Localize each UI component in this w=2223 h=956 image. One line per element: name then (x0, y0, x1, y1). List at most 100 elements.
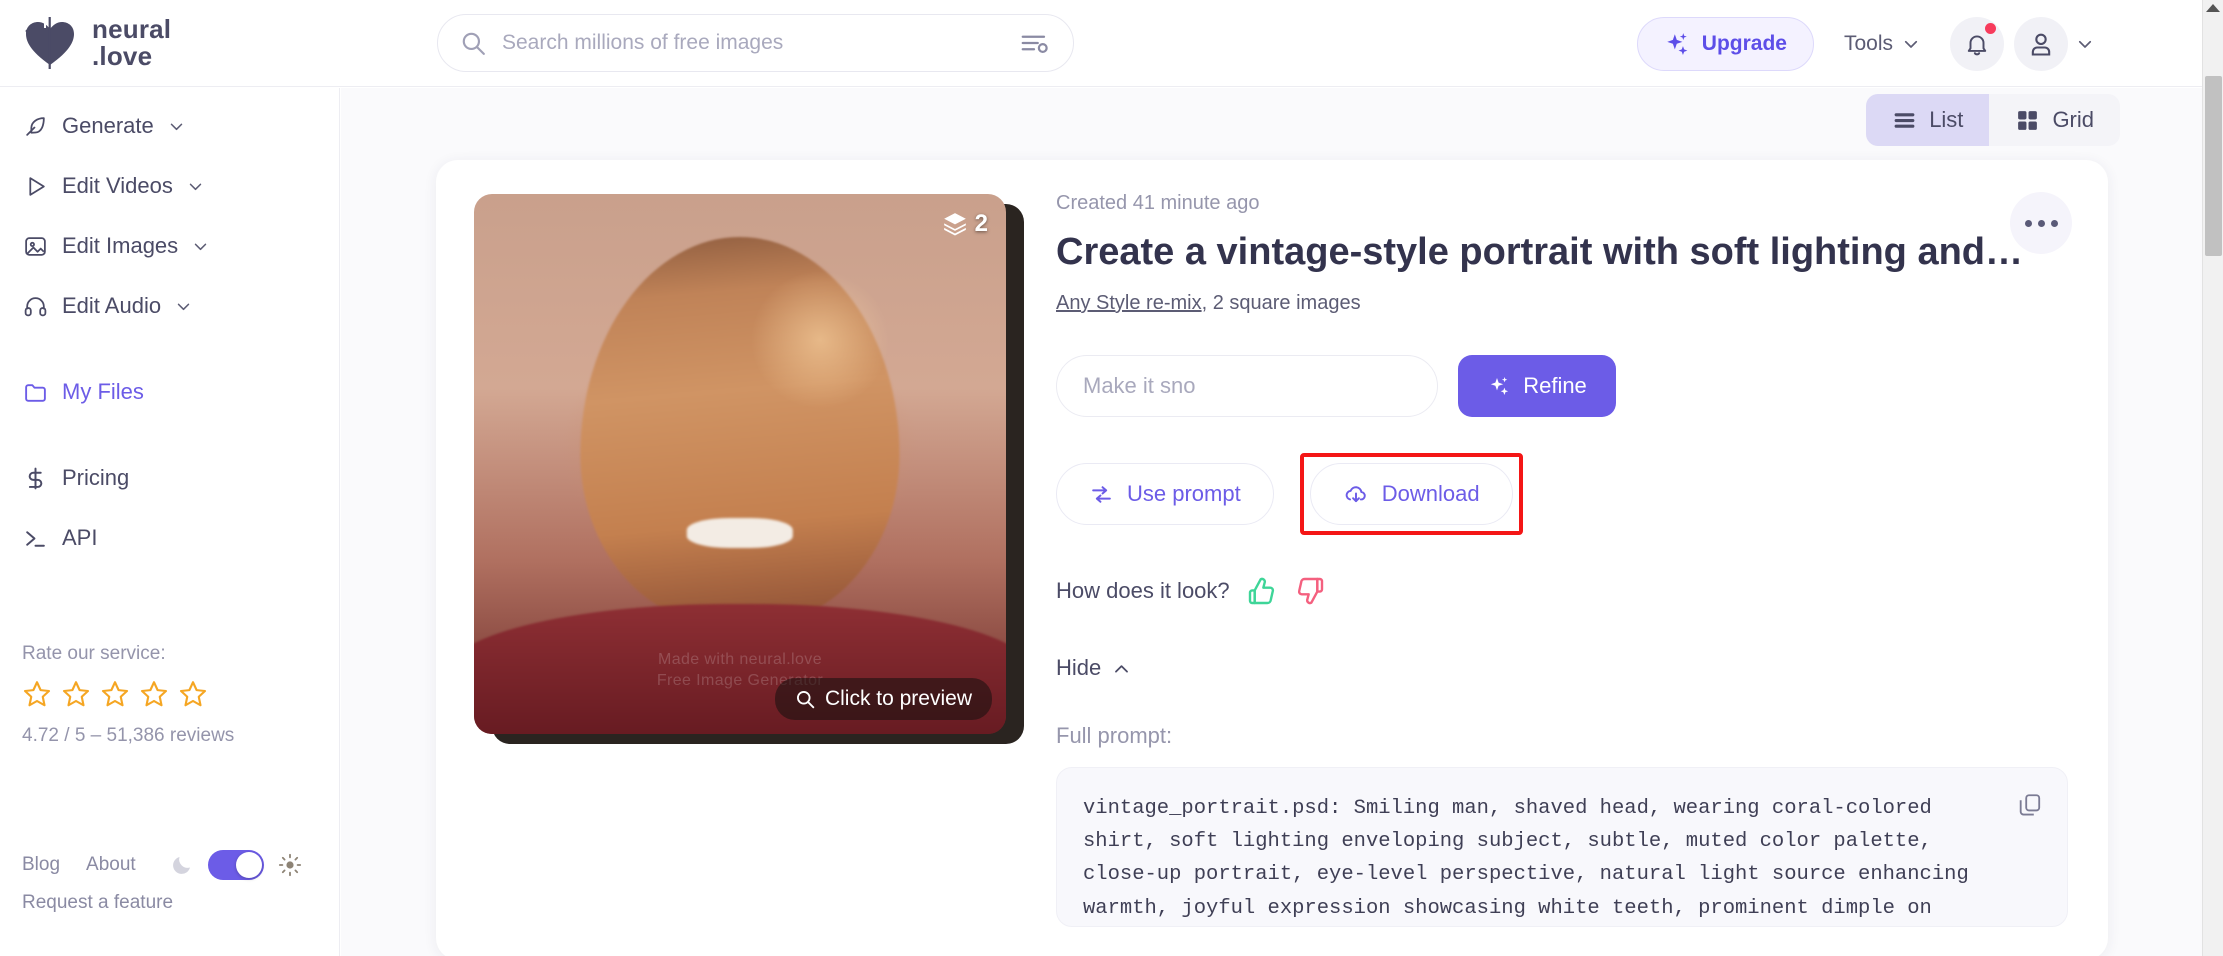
hide-toggle[interactable]: Hide (1056, 655, 2068, 681)
sidebar-item-label: Pricing (62, 465, 130, 490)
sidebar-item-edit-audio[interactable]: Edit Audio (22, 284, 339, 328)
sidebar-footer: Blog About Request a feature (22, 850, 322, 914)
card-meta-text: , 2 square images (1201, 292, 1361, 314)
layers-badge: 2 (942, 210, 988, 238)
chevron-down-icon (177, 303, 190, 310)
copy-icon[interactable] (2017, 792, 2043, 818)
tools-menu-button[interactable]: Tools (1824, 17, 1940, 71)
action-row: Use prompt Download (1056, 453, 2068, 535)
portrait-smile (686, 518, 794, 548)
chevron-down-icon[interactable] (2076, 35, 2094, 53)
scrollbar-thumb[interactable] (2205, 76, 2222, 256)
reviews-summary: 4.72 / 5 – 51,386 reviews (22, 725, 235, 746)
page-title: Create a vintage-style portrait with sof… (1056, 231, 2023, 273)
generation-card: 2 Made with neural.love Free Image Gener… (436, 160, 2108, 956)
brand-logo[interactable]: neural .love (22, 16, 171, 69)
sidebar-item-api[interactable]: API (22, 516, 339, 560)
sidebar-item-pricing[interactable]: Pricing (22, 456, 339, 500)
sidebar-item-edit-videos[interactable]: Edit Videos (22, 164, 339, 208)
sidebar-item-label: My Files (62, 379, 144, 404)
brand-name-line1: neural (92, 14, 172, 45)
rating-stars[interactable] (22, 679, 234, 709)
more-options-button[interactable] (2010, 192, 2072, 254)
brand-name: neural .love (92, 16, 171, 69)
moon-icon (172, 857, 190, 874)
image-icon (22, 233, 48, 259)
search-icon (462, 32, 485, 55)
theme-toggle[interactable] (207, 850, 264, 880)
style-remix-link[interactable]: Any Style re-mix (1056, 292, 1202, 314)
refine-input[interactable] (1056, 355, 1438, 417)
tools-label: Tools (1843, 31, 1893, 55)
rate-label: Rate our service: (22, 643, 166, 664)
click-to-preview-button[interactable]: Click to preview (774, 678, 992, 720)
page-scrollbar[interactable] (2202, 0, 2223, 956)
sidebar-item-generate[interactable]: Generate (22, 104, 339, 148)
feedback-row: How does it look? (1056, 575, 2068, 607)
view-toggle-grid[interactable]: Grid (1989, 94, 2120, 146)
terminal-icon (22, 525, 48, 551)
star-icon[interactable] (61, 679, 91, 709)
star-icon[interactable] (178, 679, 208, 709)
top-bar: neural .love Upgrade Tools (0, 0, 2202, 87)
thumbs-down-icon[interactable] (1294, 575, 1326, 607)
sidebar-item-label: API (62, 525, 98, 550)
user-avatar-icon[interactable] (2014, 16, 2068, 71)
view-toggle-list[interactable]: List (1866, 94, 1990, 146)
search-filter-icon[interactable] (1019, 28, 1049, 58)
sparkle-icon (1491, 377, 1509, 395)
request-feature-link[interactable]: Request a feature (22, 892, 322, 914)
star-icon[interactable] (139, 679, 169, 709)
list-icon (1894, 112, 1915, 128)
about-link[interactable]: About (86, 854, 136, 876)
sidebar-item-edit-images[interactable]: Edit Images (22, 224, 339, 268)
cloud-download-icon (1345, 486, 1366, 503)
refine-button-label: Refine (1523, 373, 1587, 398)
chevron-down-icon (194, 243, 207, 250)
star-icon[interactable] (22, 679, 52, 709)
download-label: Download (1381, 481, 1480, 506)
refine-row: Refine (1056, 355, 2068, 417)
thumbs-up-icon[interactable] (1246, 575, 1278, 607)
bell-icon (1967, 34, 1987, 55)
sidebar-item-label: Edit Images (62, 233, 179, 258)
download-button[interactable]: Download (1309, 463, 1513, 525)
chevron-down-icon (170, 123, 182, 130)
layers-icon (943, 213, 966, 236)
grid-icon (2018, 110, 2038, 130)
search-input[interactable] (502, 31, 1019, 55)
sidebar-item-label: Edit Audio (62, 293, 162, 318)
thumbnail-container[interactable]: 2 Made with neural.love Free Image Gener… (474, 194, 1024, 744)
star-icon[interactable] (100, 679, 130, 709)
portrait-highlight (750, 269, 889, 410)
account-menu[interactable] (2014, 16, 2094, 71)
download-highlight-box: Download (1299, 453, 1523, 535)
header-actions: Upgrade Tools (1636, 0, 2094, 87)
search-bar[interactable] (437, 14, 1074, 72)
brand-name-line2: .love (92, 41, 153, 71)
refine-button[interactable]: Refine (1458, 355, 1616, 417)
ellipsis-dot (2037, 219, 2045, 227)
blog-link[interactable]: Blog (22, 854, 60, 876)
card-details: Created 41 minute ago Create a vintage-s… (1056, 192, 2068, 927)
folder-icon (22, 379, 48, 405)
chevron-up-icon (1115, 664, 1129, 673)
card-meta: Any Style re-mix, 2 square images (1056, 292, 2068, 315)
main-content: List Grid 2 Click to preview Created 41 … (341, 88, 2202, 956)
notifications-button[interactable] (1950, 16, 2004, 71)
full-prompt-label: Full prompt: (1056, 723, 1173, 748)
ellipsis-dot (2024, 219, 2032, 227)
view-toggle-grid-label: Grid (2052, 107, 2094, 132)
use-prompt-button[interactable]: Use prompt (1056, 463, 1274, 525)
upgrade-button[interactable]: Upgrade (1636, 16, 1814, 71)
generated-image-preview[interactable]: 2 Made with neural.love Free Image Gener… (474, 194, 1006, 734)
full-prompt-box[interactable]: vintage_portrait.psd: Smiling man, shave… (1056, 767, 2068, 927)
view-toggle: List Grid (1866, 94, 2120, 146)
feedback-label: How does it look? (1056, 578, 1230, 603)
sidebar: Generate Edit Videos Edit Images Edit Au… (0, 88, 340, 956)
use-prompt-label: Use prompt (1127, 481, 1241, 506)
scroll-up-arrow-icon[interactable] (2206, 4, 2220, 12)
full-prompt-text: vintage_portrait.psd: Smiling man, shave… (1083, 797, 1969, 920)
notification-badge (1985, 22, 1996, 34)
sidebar-item-my-files[interactable]: My Files (22, 370, 339, 414)
